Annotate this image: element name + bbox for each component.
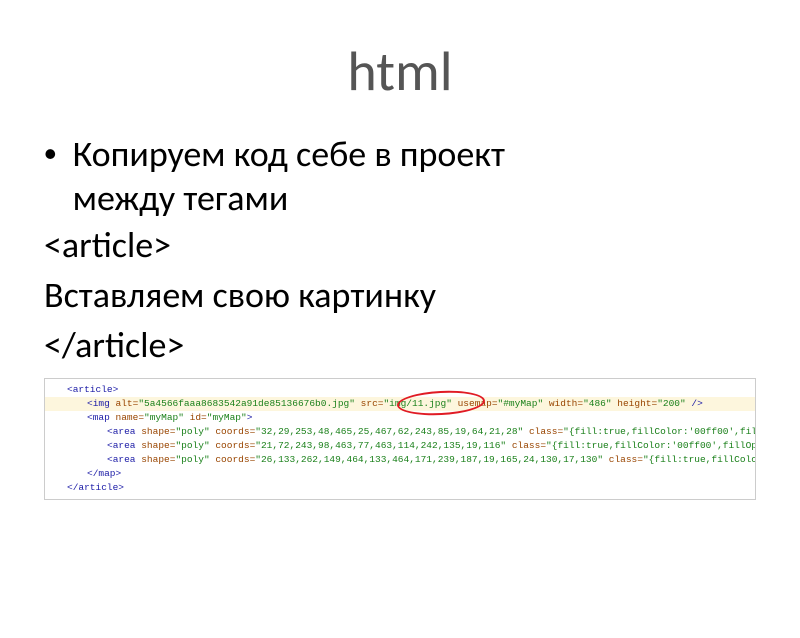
code-line-area-1: <area shape="poly" coords="32,29,253,48,… <box>45 425 755 439</box>
bullet-item: • Копируем код себе в проект между тегам… <box>44 132 800 220</box>
slide-title: html <box>0 38 800 106</box>
slide-content: • Копируем код себе в проект между тегам… <box>44 132 800 370</box>
bullet-marker: • <box>44 132 57 176</box>
code-line-map-open: <map name="myMap" id="myMap"> <box>45 411 755 425</box>
text-article-open: <article> <box>44 220 800 270</box>
text-insert-image: Вставляем свою картинку <box>44 270 800 320</box>
bullet-text: Копируем код себе в проект между тегами <box>73 132 505 220</box>
code-line-article-close: </article> <box>45 481 755 495</box>
code-snippet: <article> <img alt="5a4566faaa8683542a91… <box>44 378 756 500</box>
text-article-close: </article> <box>44 320 800 370</box>
code-line-area-3: <area shape="poly" coords="26,133,262,14… <box>45 453 755 467</box>
code-line-article-open: <article> <box>45 383 755 397</box>
code-line-area-2: <area shape="poly" coords="21,72,243,98,… <box>45 439 755 453</box>
code-line-map-close: </map> <box>45 467 755 481</box>
code-line-img: <img alt="5a4566faaa8683542a91de85136676… <box>45 397 755 411</box>
